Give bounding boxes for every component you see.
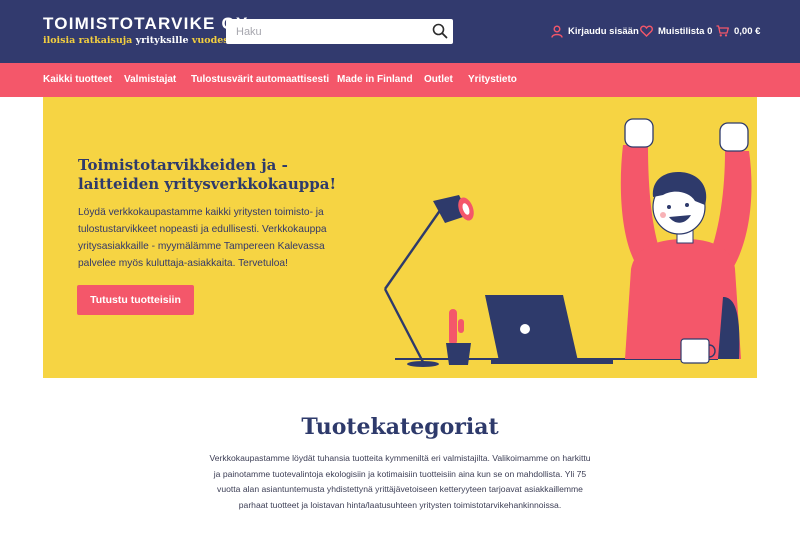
wishlist-label: Muistilista 0	[658, 25, 713, 37]
tagline-part-2: ratkaisuja	[78, 35, 133, 46]
happy-person-illustration	[620, 118, 752, 364]
nav-item-auto-toner[interactable]: Tulostusvärit automaattisesti	[191, 74, 329, 85]
categories-title: Tuotekategoriat	[301, 414, 499, 440]
cart-icon	[716, 25, 729, 37]
nav-item-all-products[interactable]: Kaikki tuotteet	[43, 74, 112, 85]
explore-products-button[interactable]: Tutustu tuotteisiin	[77, 285, 194, 315]
wishlist-link[interactable]: Muistilista 0	[640, 22, 712, 40]
search-box	[226, 19, 453, 44]
search-input[interactable]	[236, 19, 426, 44]
hero-title: Toimistotarvikkeiden ja -laitteiden yrit…	[78, 156, 337, 193]
hero-text: Löydä verkkokaupastamme kaikki yritysten…	[78, 207, 327, 269]
cart-link[interactable]: 0,00 €	[716, 22, 760, 40]
nav-item-manufacturers[interactable]: Valmistajat	[124, 74, 176, 85]
cactus-plant-illustration	[446, 309, 471, 365]
desk-lamp-illustration	[383, 195, 474, 367]
categories-description: Verkkokaupastamme löydät tuhansia tuotte…	[209, 453, 591, 510]
nav-item-company-info[interactable]: Yritystieto	[468, 74, 517, 85]
nav-item-made-in-finland[interactable]: Made in Finland	[337, 74, 413, 85]
nav-item-outlet[interactable]: Outlet	[424, 74, 453, 85]
heart-icon	[640, 25, 653, 37]
login-link[interactable]: Kirjaudu sisään	[551, 22, 639, 40]
user-icon	[551, 25, 563, 38]
tagline-part-1: iloisia	[43, 35, 79, 46]
hero-illustration	[383, 118, 752, 367]
main-navigation: Kaikki tuotteet Valmistajat Tulostusväri…	[0, 63, 800, 97]
search-icon[interactable]	[432, 23, 448, 39]
hero-banner: Toimistotarvikkeiden ja -laitteiden yrit…	[43, 97, 757, 378]
site-header: TOIMISTOTARVIKE OY iloisia ratkaisuja yr…	[0, 0, 800, 63]
laptop-illustration	[485, 295, 613, 364]
tagline-part-3: yrityksille	[132, 35, 192, 46]
cart-total: 0,00 €	[734, 25, 761, 37]
login-label: Kirjaudu sisään	[568, 25, 639, 37]
